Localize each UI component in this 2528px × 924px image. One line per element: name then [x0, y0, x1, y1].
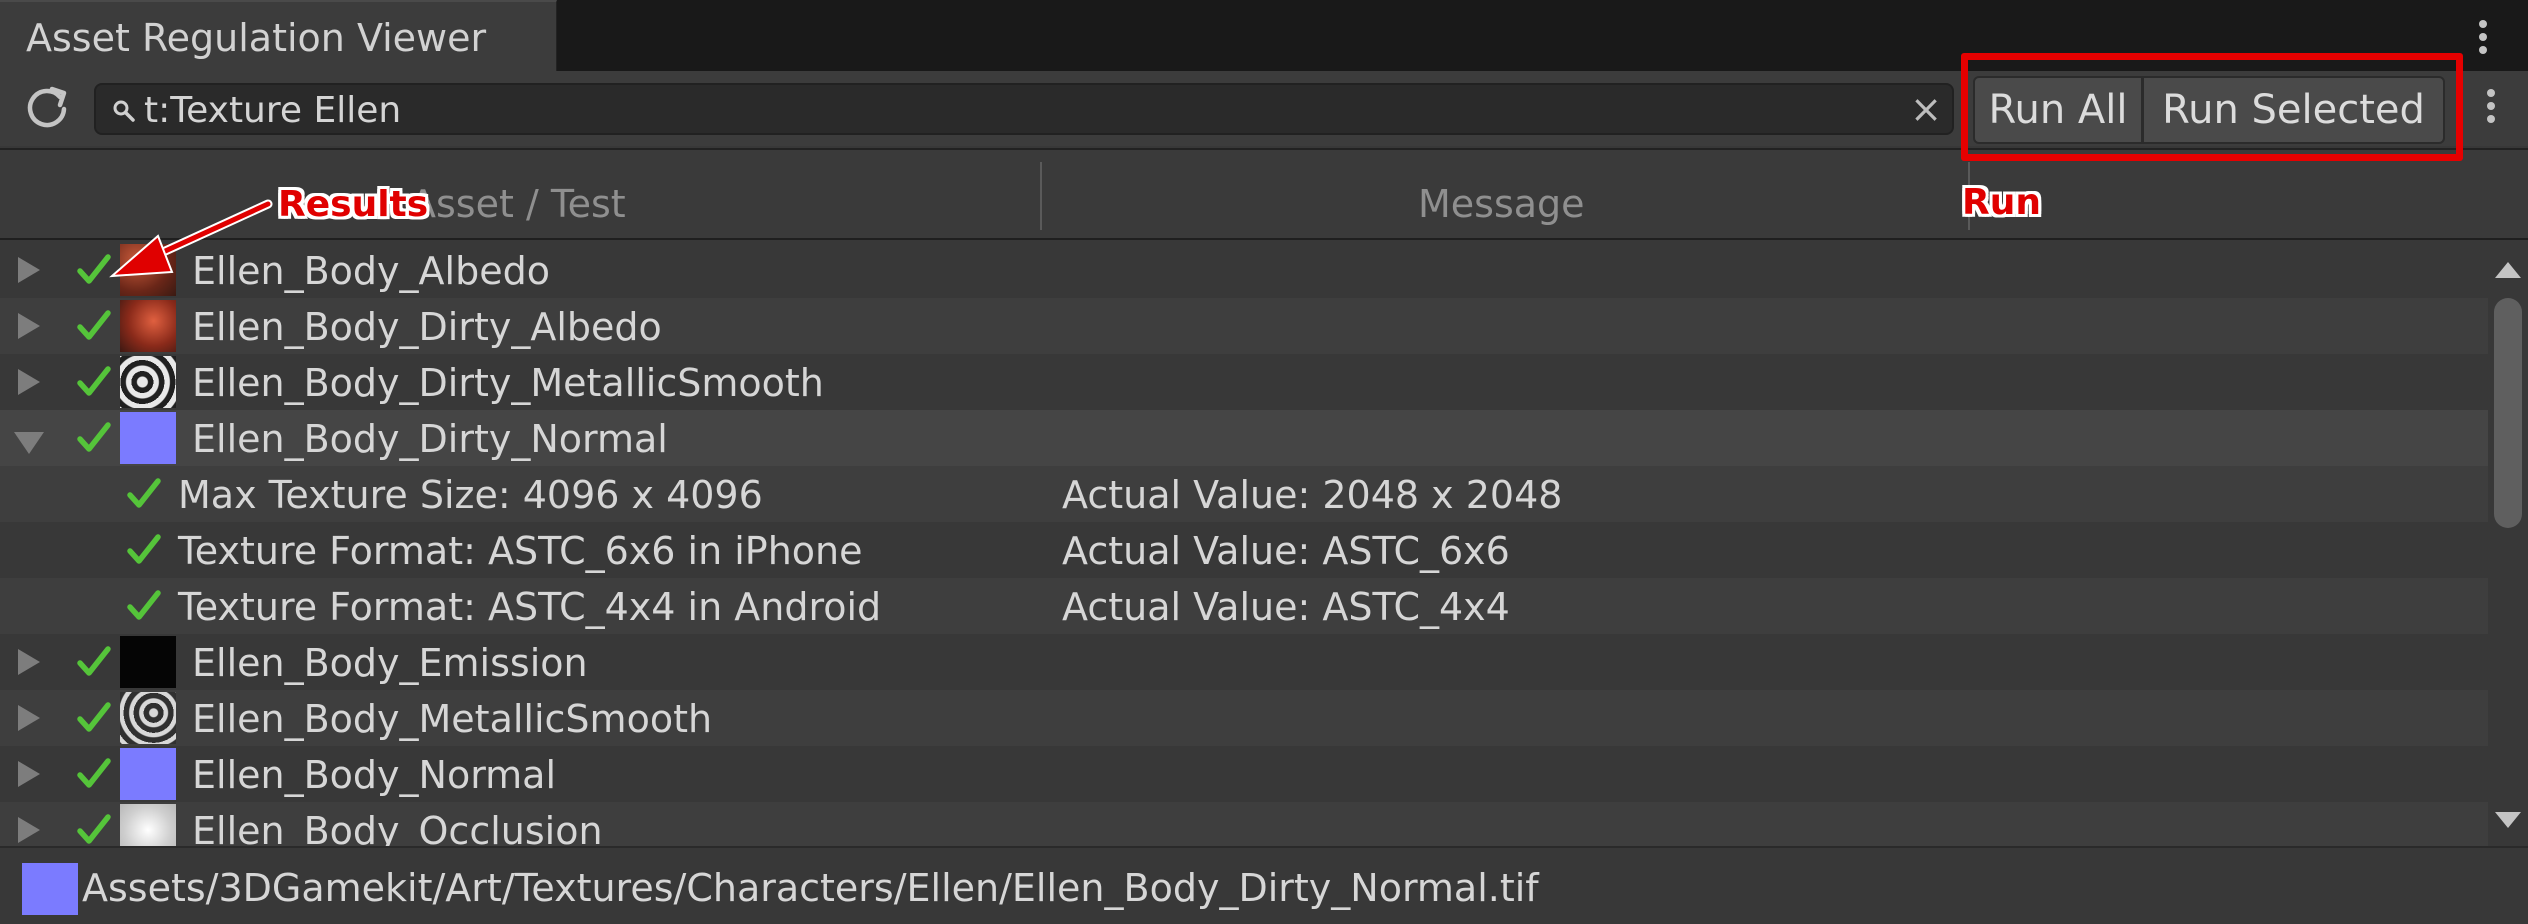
expand-arrow-icon[interactable] [18, 705, 40, 731]
asset-label: Ellen_Body_Dirty_Albedo [192, 305, 662, 349]
asset-label: Ellen_Body_Emission [192, 641, 588, 685]
run-buttons-highlight [1961, 53, 2463, 161]
check-icon [127, 590, 161, 620]
check-icon [77, 422, 111, 452]
test-label: Texture Format: ASTC_4x4 in Android [178, 585, 882, 629]
column-resize-handle[interactable] [1040, 162, 1042, 230]
column-message[interactable]: Message [1418, 182, 1585, 226]
results-annotation: Results [278, 184, 429, 225]
check-icon [127, 478, 161, 508]
test-message: Actual Value: 2048 x 2048 [1062, 473, 1563, 517]
expand-arrow-icon[interactable] [18, 761, 40, 787]
check-icon [77, 702, 111, 732]
test-label: Texture Format: ASTC_6x6 in iPhone [178, 529, 863, 573]
toolbar-menu-icon[interactable] [2476, 81, 2506, 131]
asset-row[interactable]: Ellen_Body_MetallicSmooth [0, 690, 2488, 746]
check-icon [127, 534, 161, 564]
scroll-up-icon[interactable] [2495, 262, 2521, 278]
asset-row[interactable]: Ellen_Body_Emission [0, 634, 2488, 690]
window-menu-icon[interactable] [2468, 12, 2498, 62]
check-icon [77, 310, 111, 340]
tab-title: Asset Regulation Viewer [26, 16, 487, 60]
refresh-icon[interactable] [22, 83, 72, 133]
texture-thumbnail [120, 748, 176, 800]
asset-row[interactable]: Ellen_Body_Dirty_MetallicSmooth [0, 354, 2488, 410]
clear-search-icon[interactable]: × [1910, 87, 1942, 131]
run-annotation: Run [1962, 182, 2041, 223]
test-row[interactable]: Max Texture Size: 4096 x 4096 Actual Val… [0, 466, 2488, 522]
expand-arrow-icon[interactable] [18, 649, 40, 675]
asset-label: Ellen_Body_Occlusion [192, 809, 603, 846]
check-icon [77, 758, 111, 788]
check-icon [77, 646, 111, 676]
asset-row-expanded[interactable]: Ellen_Body_Dirty_Normal [0, 410, 2488, 466]
check-icon [77, 366, 111, 396]
vertical-scrollbar[interactable] [2488, 242, 2528, 846]
expand-arrow-icon[interactable] [18, 257, 40, 283]
check-icon [77, 814, 111, 844]
asset-label: Ellen_Body_Dirty_Normal [192, 417, 668, 461]
asset-path: Assets/3DGamekit/Art/Textures/Characters… [82, 866, 1539, 910]
asset-label: Ellen_Body_Dirty_MetallicSmooth [192, 361, 824, 405]
texture-thumbnail [120, 804, 176, 846]
texture-thumbnail [120, 412, 176, 464]
check-icon [77, 254, 111, 284]
scroll-down-icon[interactable] [2495, 812, 2521, 828]
search-icon [113, 100, 135, 122]
asset-row[interactable]: Ellen_Body_Dirty_Albedo [0, 298, 2488, 354]
results-tree: Ellen_Body_Albedo Ellen_Body_Dirty_Albed… [0, 242, 2488, 846]
asset-row[interactable]: Ellen_Body_Normal [0, 746, 2488, 802]
test-row[interactable]: Texture Format: ASTC_4x4 in Android Actu… [0, 578, 2488, 634]
test-row[interactable]: Texture Format: ASTC_6x6 in iPhone Actua… [0, 522, 2488, 578]
scrollbar-thumb[interactable] [2494, 298, 2522, 528]
asset-label: Ellen_Body_MetallicSmooth [192, 697, 713, 741]
search-field[interactable]: t:Texture Ellen × [94, 83, 1954, 135]
selected-texture-thumbnail [22, 863, 78, 915]
texture-thumbnail [120, 636, 176, 688]
asset-row[interactable]: Ellen_Body_Occlusion [0, 802, 2488, 846]
expand-arrow-icon[interactable] [18, 313, 40, 339]
texture-thumbnail [120, 300, 176, 352]
footer-path-bar: Assets/3DGamekit/Art/Textures/Characters… [0, 846, 2528, 924]
texture-thumbnail [120, 356, 176, 408]
test-message: Actual Value: ASTC_4x4 [1062, 585, 1510, 629]
texture-thumbnail [120, 692, 176, 744]
expand-arrow-icon[interactable] [18, 369, 40, 395]
expand-arrow-icon[interactable] [18, 817, 40, 843]
test-label: Max Texture Size: 4096 x 4096 [178, 473, 763, 517]
asset-label: Ellen_Body_Albedo [192, 249, 550, 293]
column-asset-test[interactable]: Asset / Test [410, 182, 626, 226]
asset-row[interactable]: Ellen_Body_Albedo [0, 242, 2488, 298]
tab-asset-regulation-viewer[interactable]: Asset Regulation Viewer [0, 0, 557, 71]
test-message: Actual Value: ASTC_6x6 [1062, 529, 1510, 573]
asset-label: Ellen_Body_Normal [192, 753, 557, 797]
collapse-arrow-icon[interactable] [14, 432, 44, 454]
texture-thumbnail [120, 244, 176, 296]
search-input[interactable]: t:Texture Ellen [144, 90, 401, 131]
